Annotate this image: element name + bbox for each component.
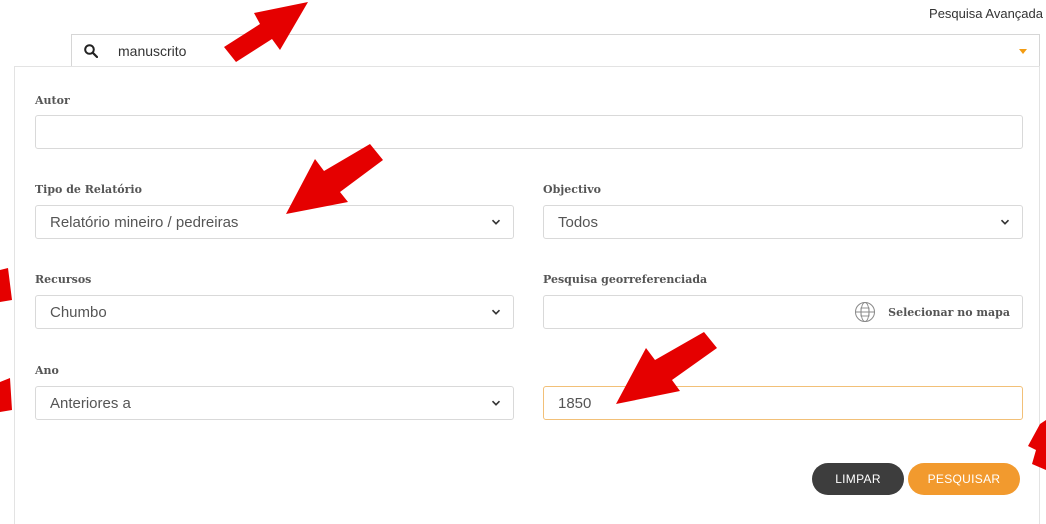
chevron-down-icon (491, 309, 501, 315)
year-mode-value: Anteriores a (50, 394, 131, 412)
resources-value: Chumbo (50, 303, 107, 321)
red-arrow-icon (0, 378, 12, 412)
objective-value: Todos (558, 213, 599, 231)
caret-down-icon[interactable] (1019, 49, 1027, 54)
author-input[interactable] (35, 115, 1023, 149)
search-input[interactable]: manuscrito (118, 43, 186, 59)
advanced-search-link[interactable]: Pesquisa Avançada (929, 6, 1043, 21)
year-value: 1850 (558, 394, 592, 412)
resources-select[interactable]: Chumbo (35, 295, 514, 329)
chevron-down-icon (491, 400, 501, 406)
year-label: Ano (35, 364, 59, 377)
search-bar[interactable]: manuscrito (71, 34, 1040, 66)
geo-search-input[interactable]: Selecionar no mapa (543, 295, 1023, 329)
clear-button[interactable]: LIMPAR (812, 463, 904, 495)
chevron-down-icon (1000, 219, 1010, 225)
globe-icon (855, 302, 876, 322)
year-input[interactable]: 1850 (543, 386, 1023, 420)
chevron-down-icon (491, 219, 501, 225)
geo-search-label: Pesquisa georreferenciada (543, 273, 708, 286)
search-button[interactable]: PESQUISAR (908, 463, 1020, 495)
select-on-map-button[interactable]: Selecionar no mapa (854, 301, 1010, 323)
report-type-value: Relatório mineiro / pedreiras (50, 213, 239, 231)
resources-label: Recursos (35, 273, 92, 286)
objective-select[interactable]: Todos (543, 205, 1023, 239)
report-type-select[interactable]: Relatório mineiro / pedreiras (35, 205, 514, 239)
report-type-label: Tipo de Relatório (35, 183, 142, 196)
objective-label: Objectivo (543, 183, 601, 196)
red-arrow-icon (0, 268, 12, 302)
select-on-map-label: Selecionar no mapa (888, 305, 1010, 319)
year-mode-select[interactable]: Anteriores a (35, 386, 514, 420)
author-label: Autor (35, 94, 70, 107)
search-icon (84, 43, 98, 58)
